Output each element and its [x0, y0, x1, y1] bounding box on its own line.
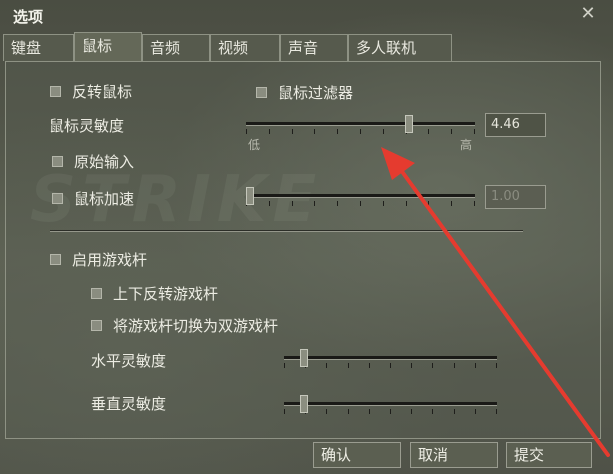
slider-tick [405, 201, 407, 206]
raw-input-checkbox[interactable] [52, 156, 63, 167]
slider-tick [451, 201, 453, 206]
slider-tick [474, 409, 476, 414]
acceleration-label: 鼠标加速 [74, 190, 135, 208]
slider-tick [347, 363, 349, 368]
slider-tick [291, 129, 293, 134]
slider-tick [284, 409, 285, 414]
reverse-mouse-label: 反转鼠标 [72, 83, 133, 101]
close-icon[interactable]: ✕ [578, 4, 598, 24]
window-title: 选项 [13, 8, 44, 26]
acceleration-slider[interactable] [246, 185, 475, 213]
invert-joystick-label: 上下反转游戏杆 [113, 285, 219, 303]
slider-tick [326, 363, 328, 368]
tab-keyboard[interactable]: 键盘 [3, 34, 74, 61]
dual-joystick-option[interactable]: 将游戏杆切换为双游戏杆 [91, 315, 278, 336]
tab-audio[interactable]: 音频 [142, 34, 210, 61]
slider-tick [326, 409, 328, 414]
cancel-button[interactable]: 取消 [410, 442, 498, 468]
dual-joystick-label: 将游戏杆切换为双游戏杆 [113, 317, 279, 335]
slider-tick [473, 129, 475, 134]
horizontal-sensitivity-slider[interactable] [284, 347, 497, 375]
acceleration-checkbox[interactable] [52, 193, 63, 204]
vertical-sensitivity-slider[interactable] [284, 393, 497, 421]
slider-tick [389, 409, 391, 414]
sensitivity-low-label: 低 [248, 138, 261, 152]
slider-tick [337, 129, 339, 134]
slider-tick [411, 363, 413, 368]
dual-joystick-checkbox[interactable] [91, 320, 102, 331]
slider-tick [451, 129, 453, 134]
joystick-checkbox[interactable] [50, 254, 61, 265]
horizontal-sensitivity-label: 水平灵敏度 [91, 352, 167, 370]
slider-tick [314, 201, 316, 206]
slider-thumb[interactable] [405, 115, 413, 133]
sensitivity-slider[interactable] [246, 113, 475, 141]
section-divider [50, 230, 523, 232]
joystick-label: 启用游戏杆 [72, 251, 148, 269]
slider-tick [453, 409, 455, 414]
slider-tick [246, 129, 247, 134]
slider-tick [428, 201, 430, 206]
raw-input-label: 原始输入 [74, 153, 135, 171]
slider-tick [382, 201, 384, 206]
slider-tick [359, 201, 361, 206]
invert-joystick-checkbox[interactable] [91, 288, 102, 299]
tab-mouse[interactable]: 鼠标 [74, 32, 142, 62]
slider-ticks [284, 409, 497, 415]
slider-tick [474, 363, 476, 368]
slider-tick [382, 129, 384, 134]
acceleration-value[interactable]: 1.00 [485, 185, 546, 209]
mouse-filter-option[interactable]: 鼠标过滤器 [256, 82, 353, 103]
slider-tick [347, 409, 349, 414]
slider-track [284, 356, 497, 360]
slider-tick [284, 363, 285, 368]
slider-thumb[interactable] [300, 395, 308, 413]
sensitivity-value[interactable]: 4.46 [485, 113, 546, 137]
slider-thumb[interactable] [246, 187, 254, 205]
sensitivity-label: 鼠标灵敏度 [49, 117, 125, 135]
tab-video[interactable]: 视频 [210, 34, 280, 61]
title-bar: 选项 ✕ [0, 0, 613, 30]
tab-voice[interactable]: 声音 [280, 34, 348, 61]
slider-track [284, 402, 497, 406]
acceleration-option[interactable]: 鼠标加速 [52, 188, 134, 209]
slider-track [246, 122, 475, 126]
raw-input-option[interactable]: 原始输入 [52, 151, 134, 172]
slider-tick [453, 363, 455, 368]
slider-ticks [246, 201, 475, 207]
slider-tick [495, 409, 497, 414]
joystick-option[interactable]: 启用游戏杆 [50, 249, 147, 270]
slider-tick [411, 409, 413, 414]
slider-tick [359, 129, 361, 134]
slider-tick [337, 201, 339, 206]
invert-joystick-option[interactable]: 上下反转游戏杆 [91, 283, 218, 304]
ok-button[interactable]: 确认 [313, 442, 401, 468]
reverse-mouse-option[interactable]: 反转鼠标 [50, 81, 132, 102]
vertical-sensitivity-label: 垂直灵敏度 [91, 395, 167, 413]
slider-tick [314, 129, 316, 134]
slider-tick [432, 363, 434, 368]
sensitivity-high-label: 高 [460, 138, 473, 152]
slider-tick [428, 129, 430, 134]
slider-tick [389, 363, 391, 368]
slider-track [246, 194, 475, 198]
slider-tick [268, 129, 270, 134]
slider-tick [432, 409, 434, 414]
mouse-filter-checkbox[interactable] [256, 87, 267, 98]
apply-button[interactable]: 提交 [506, 442, 592, 468]
slider-tick [368, 363, 370, 368]
slider-tick [473, 201, 475, 206]
slider-ticks [246, 129, 475, 135]
slider-tick [268, 201, 270, 206]
slider-tick [495, 363, 497, 368]
slider-tick [291, 201, 293, 206]
slider-ticks [284, 363, 497, 369]
slider-thumb[interactable] [300, 349, 308, 367]
tab-multiplayer[interactable]: 多人联机 [348, 34, 452, 61]
slider-tick [368, 409, 370, 414]
reverse-mouse-checkbox[interactable] [50, 86, 61, 97]
mouse-filter-label: 鼠标过滤器 [278, 84, 354, 102]
